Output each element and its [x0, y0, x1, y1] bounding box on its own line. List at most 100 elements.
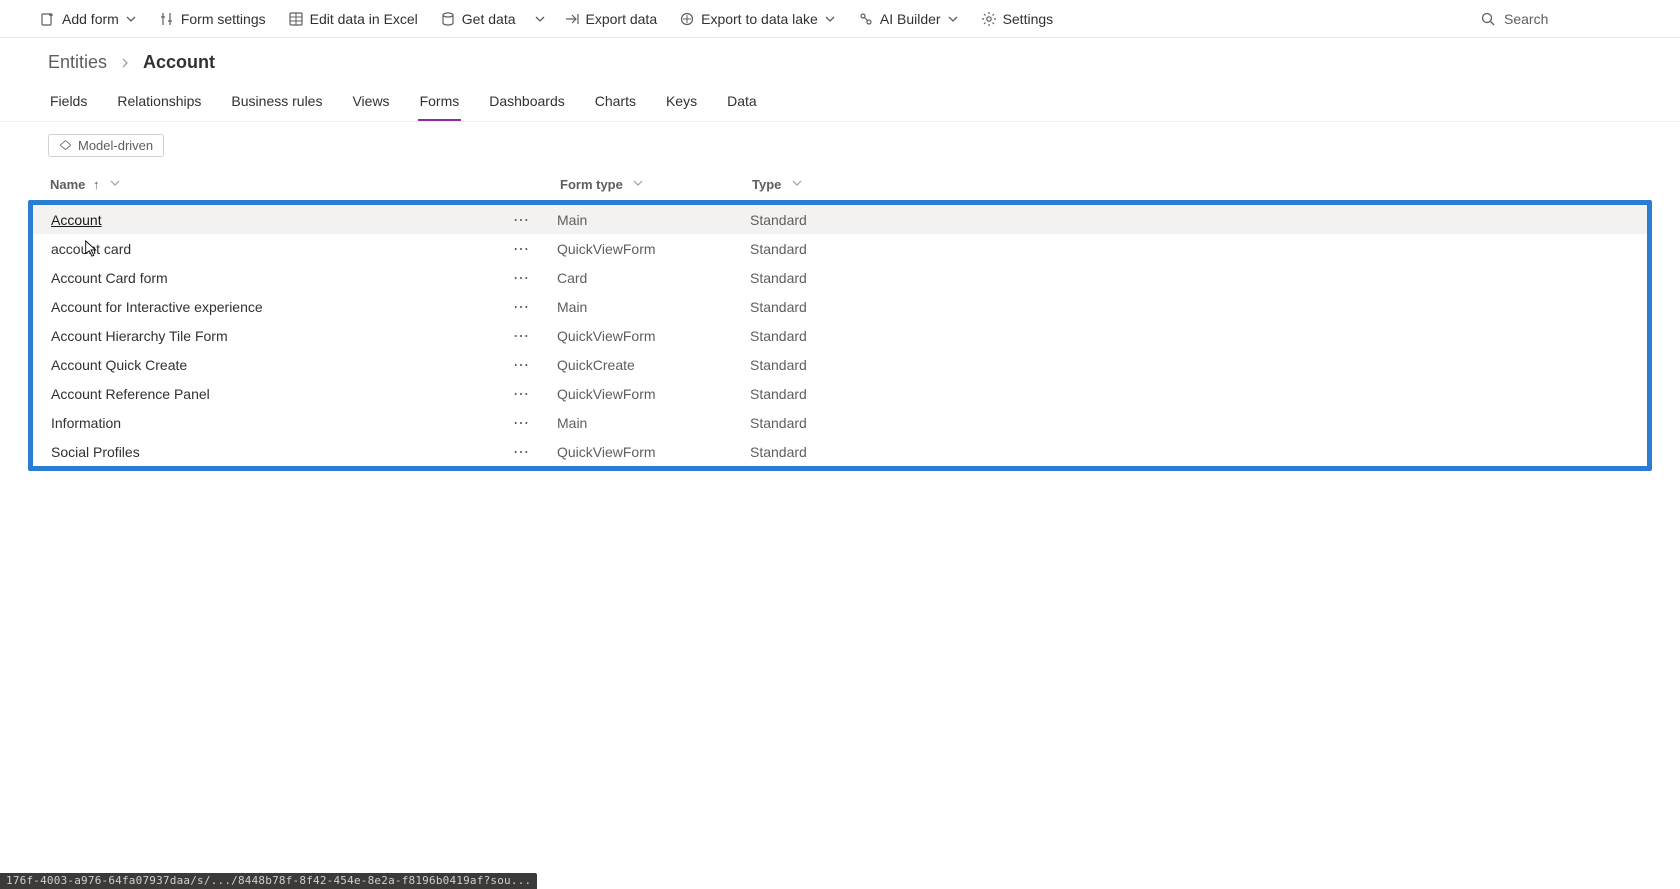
- cell-type: Standard: [750, 357, 1629, 373]
- cell-type: Standard: [750, 415, 1629, 431]
- cell-type: Standard: [750, 241, 1629, 257]
- tab-business-rules[interactable]: Business rules: [229, 87, 324, 121]
- tab-relationships[interactable]: Relationships: [115, 87, 203, 121]
- form-settings-label: Form settings: [181, 11, 266, 27]
- table-row[interactable]: Account Reference Panel⋯QuickViewFormSta…: [33, 379, 1647, 408]
- row-more-button[interactable]: ⋯: [513, 442, 557, 462]
- table-row[interactable]: Account for Interactive experience⋯MainS…: [33, 292, 1647, 321]
- cell-type: Standard: [750, 299, 1629, 315]
- get-data-button[interactable]: Get data: [430, 5, 526, 33]
- cell-name[interactable]: Social Profiles: [51, 444, 513, 460]
- export-lake-label: Export to data lake: [701, 11, 818, 27]
- get-data-chevron[interactable]: [528, 7, 552, 31]
- chevron-down-icon: [109, 177, 121, 189]
- sliders-icon: [159, 11, 175, 27]
- data-lake-icon: [679, 11, 695, 27]
- breadcrumb-root[interactable]: Entities: [48, 52, 107, 73]
- row-more-button[interactable]: ⋯: [513, 210, 557, 230]
- tab-fields[interactable]: Fields: [48, 87, 89, 121]
- add-form-label: Add form: [62, 11, 119, 27]
- selection-highlight: Account⋯MainStandardaccount card⋯QuickVi…: [28, 200, 1652, 471]
- sort-asc-icon: ↑: [93, 177, 100, 192]
- cell-formtype: Card: [557, 270, 750, 286]
- add-form-icon: [40, 11, 56, 27]
- column-header-name[interactable]: Name ↑: [50, 177, 560, 192]
- cell-name[interactable]: Account Quick Create: [51, 357, 513, 373]
- row-more-button[interactable]: ⋯: [513, 384, 557, 404]
- row-more-button[interactable]: ⋯: [513, 413, 557, 433]
- table-row[interactable]: Social Profiles⋯QuickViewFormStandard: [33, 437, 1647, 466]
- cell-name[interactable]: Account Card form: [51, 270, 513, 286]
- cell-name[interactable]: Account: [51, 212, 513, 228]
- tab-views[interactable]: Views: [350, 87, 391, 121]
- row-more-button[interactable]: ⋯: [513, 239, 557, 259]
- chevron-down-icon: [824, 13, 836, 25]
- search-input[interactable]: Search: [1470, 7, 1650, 31]
- model-driven-filter[interactable]: Model-driven: [48, 134, 164, 157]
- cell-formtype: QuickViewForm: [557, 386, 750, 402]
- search-icon: [1480, 11, 1496, 27]
- export-lake-button[interactable]: Export to data lake: [669, 5, 846, 33]
- cell-type: Standard: [750, 212, 1629, 228]
- tab-forms[interactable]: Forms: [418, 87, 462, 121]
- chevron-down-icon: [534, 13, 546, 25]
- chevron-down-icon: [125, 13, 137, 25]
- breadcrumb-current: Account: [143, 52, 215, 73]
- command-bar: Add form Form settings Edit data in Exce…: [0, 0, 1680, 38]
- tab-dashboards[interactable]: Dashboards: [487, 87, 567, 121]
- table-row[interactable]: Account Card form⋯CardStandard: [33, 263, 1647, 292]
- cell-name[interactable]: account card: [51, 241, 513, 257]
- ai-builder-label: AI Builder: [880, 11, 941, 27]
- row-more-button[interactable]: ⋯: [513, 297, 557, 317]
- cell-type: Standard: [750, 386, 1629, 402]
- filter-label: Model-driven: [78, 138, 153, 153]
- table-row[interactable]: account card⋯QuickViewFormStandard: [33, 234, 1647, 263]
- cell-formtype: QuickViewForm: [557, 328, 750, 344]
- form-settings-button[interactable]: Form settings: [149, 5, 276, 33]
- chevron-down-icon: [632, 177, 644, 189]
- cell-name[interactable]: Account for Interactive experience: [51, 299, 513, 315]
- cell-formtype: QuickCreate: [557, 357, 750, 373]
- export-data-button[interactable]: Export data: [554, 5, 668, 33]
- column-header-formtype[interactable]: Form type: [560, 177, 752, 192]
- cell-formtype: Main: [557, 212, 750, 228]
- table-row[interactable]: Account⋯MainStandard: [33, 205, 1647, 234]
- cell-formtype: QuickViewForm: [557, 444, 750, 460]
- settings-button[interactable]: Settings: [971, 5, 1064, 33]
- status-bar: 176f-4003-a976-64fa07937daa/s/.../8448b7…: [0, 873, 537, 889]
- settings-label: Settings: [1003, 11, 1054, 27]
- filter-row: Model-driven: [0, 122, 1680, 169]
- cell-name[interactable]: Information: [51, 415, 513, 431]
- forms-table: Name ↑ Form type Type Account⋯MainStanda…: [0, 169, 1680, 499]
- row-more-button[interactable]: ⋯: [513, 326, 557, 346]
- breadcrumb: Entities Account: [0, 38, 1680, 79]
- table-row[interactable]: Information⋯MainStandard: [33, 408, 1647, 437]
- row-more-button[interactable]: ⋯: [513, 268, 557, 288]
- gear-icon: [981, 11, 997, 27]
- cell-name[interactable]: Account Reference Panel: [51, 386, 513, 402]
- tab-charts[interactable]: Charts: [593, 87, 638, 121]
- filter-icon: [59, 139, 72, 152]
- excel-icon: [288, 11, 304, 27]
- add-form-button[interactable]: Add form: [30, 5, 147, 33]
- column-headers: Name ↑ Form type Type: [28, 169, 1652, 200]
- cell-name[interactable]: Account Hierarchy Tile Form: [51, 328, 513, 344]
- cell-type: Standard: [750, 444, 1629, 460]
- cell-type: Standard: [750, 328, 1629, 344]
- database-icon: [440, 11, 456, 27]
- cell-formtype: QuickViewForm: [557, 241, 750, 257]
- cell-formtype: Main: [557, 299, 750, 315]
- ai-builder-button[interactable]: AI Builder: [848, 5, 969, 33]
- tab-keys[interactable]: Keys: [664, 87, 699, 121]
- table-row[interactable]: Account Quick Create⋯QuickCreateStandard: [33, 350, 1647, 379]
- column-header-type[interactable]: Type: [752, 177, 1630, 192]
- export-icon: [564, 11, 580, 27]
- tab-data[interactable]: Data: [725, 87, 759, 121]
- table-row[interactable]: Account Hierarchy Tile Form⋯QuickViewFor…: [33, 321, 1647, 350]
- edit-excel-button[interactable]: Edit data in Excel: [278, 5, 428, 33]
- cell-type: Standard: [750, 270, 1629, 286]
- chevron-right-icon: [119, 57, 131, 69]
- ai-builder-icon: [858, 11, 874, 27]
- get-data-label: Get data: [462, 11, 516, 27]
- row-more-button[interactable]: ⋯: [513, 355, 557, 375]
